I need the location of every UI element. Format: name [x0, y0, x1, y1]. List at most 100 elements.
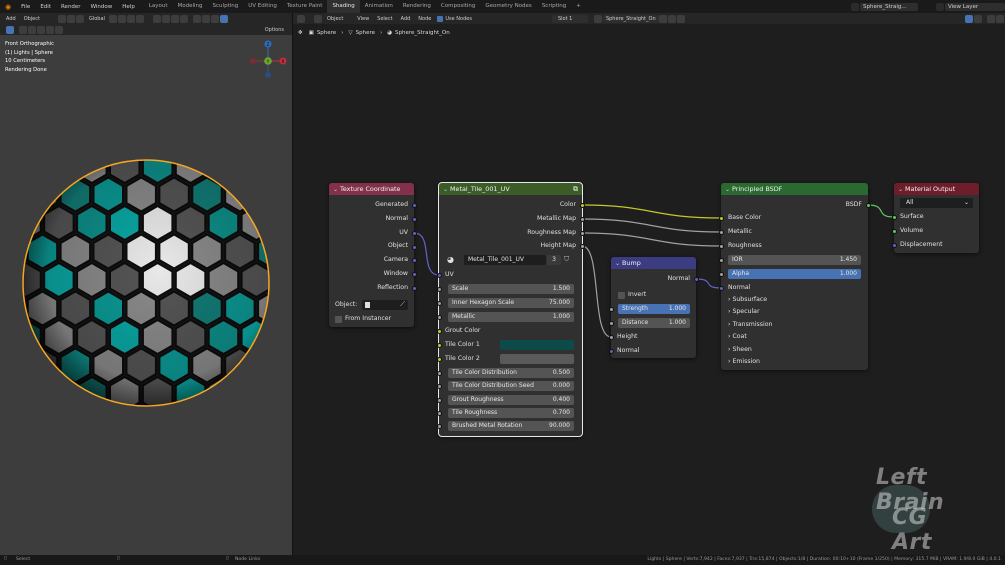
overlay-icon[interactable] [170, 14, 179, 23]
sphere-render[interactable] [21, 158, 271, 408]
texture-coordinate-node[interactable]: ⌄ Texture Coordinate Generated Normal UV … [329, 183, 414, 327]
socket-bsdf-ior-in[interactable] [718, 257, 724, 263]
socket-bump-strength-in[interactable] [608, 306, 614, 312]
pivot-icon[interactable] [108, 14, 117, 23]
tab-sculpting[interactable]: Sculpting [208, 0, 244, 13]
socket-texcoord-generated[interactable] [411, 202, 417, 208]
select-extend-icon[interactable] [28, 25, 36, 34]
socket-bsdf-metal-in[interactable] [718, 229, 724, 235]
transform-orientation-select[interactable]: Global [85, 16, 109, 22]
socket-group-tile-r-in[interactable] [436, 410, 442, 416]
menu-add[interactable]: Add [397, 16, 415, 22]
options-dropdown[interactable]: Options [265, 27, 284, 33]
socket-group-roughness-out[interactable] [579, 230, 585, 236]
node-header[interactable]: ⌄ Texture Coordinate [329, 183, 414, 195]
socket-texcoord-object[interactable] [411, 244, 417, 250]
socket-bump-height-in[interactable] [608, 334, 614, 340]
select-subtract-icon[interactable] [37, 25, 45, 34]
tile-roughness-field[interactable]: Tile Roughness 0.700 [448, 408, 574, 418]
material-output-node[interactable]: ⌄ Material Output All ⌄ Surface Volume Dis… [894, 183, 979, 253]
tile-color-distribution-seed-field[interactable]: Tile Color Distribution Seed 0.000 [448, 381, 574, 391]
socket-group-uv-in[interactable] [436, 272, 442, 278]
socket-bsdf-rough-in[interactable] [718, 243, 724, 249]
panel-coat[interactable]: › Coat [728, 332, 747, 342]
node-header[interactable]: ⌄ Bump [611, 257, 696, 269]
collapse-chevron-icon[interactable]: ⌄ [333, 186, 338, 193]
breadcrumb-material[interactable]: Sphere_Straight_On [395, 30, 450, 36]
socket-group-tile2-in[interactable] [436, 356, 442, 362]
metal-tile-group-node[interactable]: ⌄ Metal_Tile_001_UV ⧉ Color Metallic Map R… [438, 182, 583, 437]
socket-group-height-out[interactable] [579, 243, 585, 249]
menu-edit[interactable]: Edit [35, 4, 56, 10]
menu-node[interactable]: Node [414, 16, 435, 22]
tab-scripting[interactable]: Scripting [537, 0, 571, 13]
fake-user-shield-icon[interactable]: ⛉ [564, 255, 569, 264]
menu-file[interactable]: File [16, 4, 35, 10]
panel-sheen[interactable]: › Sheen [728, 345, 752, 355]
view-layer-icon[interactable] [936, 2, 944, 11]
scale-field[interactable]: Scale 1.500 [448, 284, 574, 294]
socket-group-seed-in[interactable] [436, 383, 442, 389]
node-group-datablock[interactable]: Metal_Tile_001_UV [464, 255, 546, 265]
shading-wire-icon[interactable] [192, 14, 201, 23]
socket-group-rot-in[interactable] [436, 423, 442, 429]
user-count[interactable]: 3 [547, 255, 561, 265]
bump-node[interactable]: ⌄ Bump Normal Invert Strength 1.000 Distan… [611, 257, 696, 358]
invert-checkbox[interactable] [618, 292, 625, 299]
object-picker-field[interactable]: ⟋ [362, 300, 408, 310]
socket-out-surface-in[interactable] [891, 214, 897, 220]
socket-texcoord-window[interactable] [411, 271, 417, 277]
socket-group-tile1-in[interactable] [436, 342, 442, 348]
target-select[interactable]: All ⌄ [900, 198, 973, 208]
tab-compositing[interactable]: Compositing [436, 0, 480, 13]
object-mode-icon[interactable] [314, 14, 322, 23]
socket-group-inner-in[interactable] [436, 300, 442, 306]
menu-help[interactable]: Help [117, 4, 140, 10]
menu-select[interactable]: Select [373, 16, 396, 22]
socket-texcoord-normal[interactable] [411, 216, 417, 222]
brushed-metal-rotation-field[interactable]: Brushed Metal Rotation 90.000 [448, 421, 574, 431]
panel-subsurface[interactable]: › Subsurface [728, 295, 767, 305]
node-header[interactable]: ⌄ Principled BSDF [721, 183, 868, 195]
tab-shading[interactable]: Shading [327, 0, 360, 13]
node-header[interactable]: ⌄ Material Output [894, 183, 979, 195]
tab-geometry-nodes[interactable]: Geometry Nodes [480, 0, 536, 13]
fake-user-icon[interactable] [658, 14, 667, 23]
select-box-icon[interactable] [19, 25, 27, 34]
grout-roughness-field[interactable]: Grout Roughness 0.400 [448, 395, 574, 405]
duplicate-icon[interactable] [667, 14, 676, 23]
socket-group-grout-r-in[interactable] [436, 397, 442, 403]
tab-modeling[interactable]: Modeling [173, 0, 208, 13]
menu-window[interactable]: Window [86, 4, 118, 10]
panel-specular[interactable]: › Specular [728, 307, 760, 317]
select-tool-icon[interactable] [6, 25, 14, 34]
scene-icon[interactable] [851, 2, 859, 11]
socket-bump-distance-in[interactable] [608, 320, 614, 326]
slot-select[interactable]: Slot 1 [551, 14, 588, 23]
principled-bsdf-node[interactable]: ⌄ Principled BSDF BSDF Base Color Metalli… [721, 183, 868, 370]
shader-type-select[interactable]: Object [323, 16, 347, 22]
snap-toggle-icon[interactable] [987, 14, 995, 23]
socket-bsdf-out[interactable] [865, 202, 871, 208]
tab-layout[interactable]: Layout [144, 0, 173, 13]
scene-name-field[interactable]: Sphere_Straig... [860, 2, 918, 11]
node-group-icon[interactable]: ⧉ [573, 185, 578, 194]
socket-group-grout-in[interactable] [436, 328, 442, 334]
strength-field[interactable]: Strength 1.000 [618, 304, 690, 314]
panel-transmission[interactable]: › Transmission [728, 320, 772, 330]
from-instancer-checkbox[interactable] [335, 316, 342, 323]
falloff-icon[interactable] [135, 14, 144, 23]
shading-solid-icon[interactable] [201, 14, 210, 23]
gizmo-icon[interactable] [161, 14, 170, 23]
viewport-add-menu[interactable]: Add [2, 16, 20, 22]
menu-view[interactable]: View [353, 16, 373, 22]
overlay-toggle-icon[interactable] [965, 14, 973, 23]
pin-icon[interactable] [686, 15, 694, 23]
tab-uv-editing[interactable]: UV Editing [243, 0, 282, 13]
blender-logo-icon[interactable]: ◉ [0, 3, 16, 11]
panel-emission[interactable]: › Emission [728, 357, 760, 367]
socket-group-metallic-in[interactable] [436, 314, 442, 320]
select-invert-icon[interactable] [46, 25, 54, 34]
editor-type-icon[interactable] [297, 14, 305, 23]
material-name-field[interactable]: Sphere_Straight_On [602, 14, 659, 23]
